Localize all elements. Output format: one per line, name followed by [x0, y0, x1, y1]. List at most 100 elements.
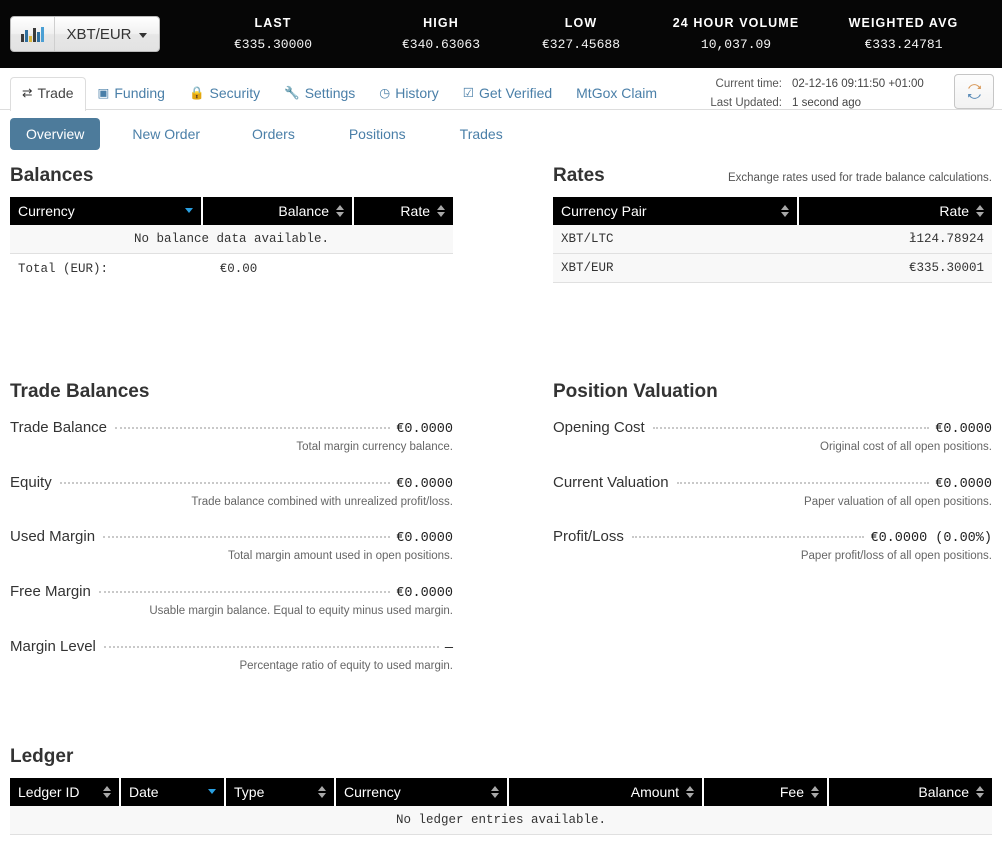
currency-pair-selector[interactable]: XBT/EUR: [10, 16, 160, 52]
column-header-label: Balance: [278, 202, 329, 219]
column-header-label: Currency Pair: [561, 202, 647, 219]
column-header-label: Balance: [918, 783, 969, 800]
ticker-stat-weighted-avg: WEIGHTED AVG €333.24781: [821, 17, 986, 51]
dot-leader: [676, 481, 930, 484]
definition-value: €0.0000: [935, 421, 992, 437]
rates-section: Rates Exchange rates used for trade bala…: [553, 165, 992, 283]
definition-description: Trade balance combined with unrealized p…: [191, 495, 453, 508]
ledger-table-header-row: Ledger ID Date Type Currency Amount Fee …: [10, 777, 992, 806]
column-header-date[interactable]: Date: [120, 777, 226, 806]
sort-arrow-icon[interactable]: [810, 786, 819, 798]
ticker-stat-label: 24 HOUR VOLUME: [672, 16, 800, 31]
subtab-overview[interactable]: Overview: [10, 118, 101, 150]
tab-funding[interactable]: ▣ Funding: [86, 77, 177, 111]
column-header-balance[interactable]: Balance: [828, 777, 992, 806]
ticker-stat-value: 10,037.09: [700, 36, 772, 52]
definition-description: Percentage ratio of equity to used margi…: [239, 660, 453, 673]
sort-arrow-icon[interactable]: [975, 786, 984, 798]
rates-cell-pair: XBT/LTC: [553, 224, 798, 254]
column-header-fee[interactable]: Fee: [703, 777, 829, 806]
column-header-amount[interactable]: Amount: [508, 777, 704, 806]
column-header-currency-pair[interactable]: Currency Pair: [553, 196, 799, 225]
definition-term: Current Valuation: [553, 473, 669, 491]
column-header-balance[interactable]: Balance: [202, 196, 354, 225]
rates-cell-rate: ł124.78924: [798, 224, 992, 254]
position-valuation-section: Position Valuation Opening Cost €0.0000 …: [553, 381, 992, 583]
tab-security[interactable]: 🔒 Security: [177, 77, 272, 111]
dot-leader: [103, 536, 391, 539]
column-header-currency[interactable]: Currency: [10, 196, 203, 225]
refresh-button[interactable]: [954, 74, 994, 109]
sort-arrow-icon[interactable]: [780, 205, 789, 217]
table-row: XBT/EUR €335.30001: [553, 253, 992, 283]
lock-icon: 🔒: [188, 86, 205, 100]
column-header-rate[interactable]: Rate: [353, 196, 453, 225]
position-valuation-title: Position Valuation: [553, 381, 718, 402]
balances-total-row: Total (EUR): €0.00: [10, 254, 453, 276]
column-header-rate[interactable]: Rate: [798, 196, 992, 225]
column-header-type[interactable]: Type: [225, 777, 336, 806]
balances-table-header-row: Currency Balance Rate: [10, 196, 453, 225]
sort-arrow-icon[interactable]: [207, 789, 216, 795]
equity-row: Equity €0.0000 Trade balance combined wi…: [10, 474, 453, 510]
sort-arrow-icon[interactable]: [685, 786, 694, 798]
exchange-icon: ⇄: [22, 86, 33, 100]
column-header-currency[interactable]: Currency: [335, 777, 509, 806]
ticker-stat-value: €335.30000: [233, 36, 312, 52]
definition-value: €0.0000: [396, 421, 453, 437]
profit-loss-row: Profit/Loss €0.0000 (0.00%) Paper profit…: [553, 528, 992, 564]
tab-get-verified[interactable]: ☑ Get Verified: [451, 77, 564, 111]
definition-term: Used Margin: [10, 528, 96, 546]
balances-total-label: Total (EUR):: [18, 261, 109, 276]
bar-chart-icon[interactable]: [11, 17, 55, 51]
ticker-stat-value: €327.45688: [541, 36, 620, 52]
currency-pair-selector-label-seg[interactable]: XBT/EUR: [55, 17, 159, 51]
dot-leader: [631, 536, 865, 539]
sort-arrow-icon[interactable]: [102, 786, 111, 798]
dot-leader: [103, 646, 439, 649]
dot-leader: [652, 426, 930, 429]
ledger-section: Ledger Ledger ID Date Type Currency Amou…: [10, 746, 992, 835]
definition-value: €0.0000: [396, 586, 453, 602]
subtab-trades[interactable]: Trades: [444, 118, 519, 150]
tab-history[interactable]: ◷ History: [367, 77, 450, 111]
ticker-stat-value: €333.24781: [864, 36, 943, 52]
column-header-label: Amount: [630, 783, 679, 800]
tab-trade[interactable]: ⇄ Trade: [10, 76, 86, 111]
definition-description: Total margin currency balance.: [296, 440, 453, 453]
subtab-orders[interactable]: Orders: [236, 118, 311, 150]
time-info: Current time: 02-12-16 09:11:50 +01:00 L…: [710, 75, 944, 112]
definition-term: Margin Level: [10, 638, 96, 656]
subtab-positions[interactable]: Positions: [333, 118, 422, 150]
sort-arrow-icon[interactable]: [436, 205, 445, 217]
ledger-title: Ledger: [10, 746, 74, 767]
definition-value: —: [444, 641, 453, 657]
ticker-bar: XBT/EUR LAST €335.30000 HIGH €340.63063 …: [0, 0, 1002, 68]
column-header-label: Date: [129, 783, 159, 800]
rates-note: Exchange rates used for trade balance ca…: [727, 172, 992, 184]
tab-label: Get Verified: [478, 84, 553, 101]
sort-arrow-icon[interactable]: [490, 786, 499, 798]
column-header-label: Rate: [939, 202, 969, 219]
tab-label: MtGox Claim: [576, 84, 658, 101]
tab-label: Trade: [37, 84, 74, 101]
ticker-stat-low: LOW €327.45688: [511, 17, 651, 51]
rates-cell-rate: €335.30001: [798, 253, 992, 283]
bar-chart-icon-glyph: [21, 26, 44, 42]
refresh-icon: [967, 84, 981, 99]
sort-arrow-icon[interactable]: [184, 208, 193, 214]
tab-label: Security: [209, 84, 261, 101]
rates-header: Rates Exchange rates used for trade bala…: [553, 165, 992, 197]
column-header-ledger-id[interactable]: Ledger ID: [10, 777, 121, 806]
sort-arrow-icon[interactable]: [317, 786, 326, 798]
tab-settings[interactable]: 🔧 Settings: [272, 77, 367, 111]
subtab-new-order[interactable]: New Order: [116, 118, 216, 150]
tab-mtgox-claim[interactable]: MtGox Claim: [564, 77, 669, 111]
column-header-label: Type: [234, 783, 265, 800]
last-updated-row: Last Updated: 1 second ago: [710, 94, 944, 113]
sort-arrow-icon[interactable]: [335, 205, 344, 217]
sort-arrow-icon[interactable]: [975, 205, 984, 217]
definition-term: Opening Cost: [553, 418, 645, 436]
current-time-value: 02-12-16 09:11:50 +01:00: [792, 78, 924, 90]
tab-label: Funding: [114, 84, 165, 101]
